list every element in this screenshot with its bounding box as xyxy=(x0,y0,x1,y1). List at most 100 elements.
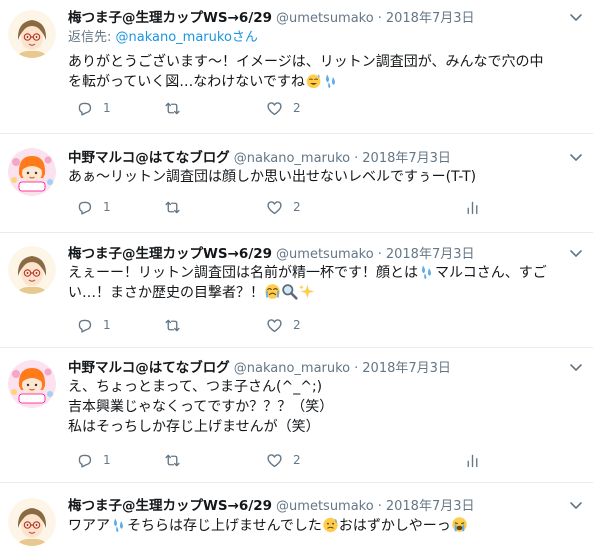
magnifying-glass-emoji-icon xyxy=(281,283,298,300)
reply-to-link[interactable]: @nakano_marukoさん xyxy=(116,30,258,45)
display-name[interactable]: 梅つま子@生理カップWS→6/29 xyxy=(68,246,272,262)
handle[interactable]: @umetsumako xyxy=(276,247,374,262)
analytics-button[interactable] xyxy=(464,450,481,470)
avatar[interactable] xyxy=(8,10,56,58)
text-segment: ワアア xyxy=(68,518,110,534)
caret-down-icon[interactable] xyxy=(569,246,583,260)
tweet-text: ありがとうございます〜！イメージは、リットン調査団が、みんなで穴の中 を転がって… xyxy=(68,52,578,92)
retweet-icon xyxy=(165,454,180,466)
tweet-actions: 1 2 xyxy=(68,98,488,118)
tweet-text: ワアア そちらは存じ上げませんでした おはずかしやーっ xyxy=(68,516,578,536)
like-icon xyxy=(267,101,282,115)
reply-button[interactable]: 1 xyxy=(76,315,111,335)
sweat-droplets-emoji-icon xyxy=(322,72,339,89)
text-line: え、ちょっとまって、つま子さん(^_^;) xyxy=(68,379,323,395)
crying-face-emoji-icon xyxy=(451,516,468,533)
divider xyxy=(0,347,593,348)
tweet-actions: 1 2 xyxy=(68,450,488,470)
tweet[interactable]: 梅つま子@生理カップWS→6/29 @umetsumako · 2018年7月3日 返… xyxy=(0,8,593,128)
reply-prefix: 返信先: xyxy=(68,30,116,45)
caret-down-icon[interactable] xyxy=(569,360,583,374)
handle[interactable]: @umetsumako xyxy=(276,11,374,26)
tweet[interactable]: 中野マルコ@はてなブログ @nakano_maruko · 2018年7月3日 え、ち… xyxy=(0,358,593,478)
like-count: 2 xyxy=(293,101,301,115)
like-button[interactable]: 2 xyxy=(266,98,301,118)
sweat-droplets-emoji-icon xyxy=(418,263,435,280)
tweet-header: 梅つま子@生理カップWS→6/29 @umetsumako · 2018年7月3日 xyxy=(68,8,475,28)
text-segment: そちらは存じ上げませんでした xyxy=(127,518,322,534)
retweet-button[interactable] xyxy=(164,98,191,118)
separator-dot: · xyxy=(377,247,382,262)
tweet[interactable]: 梅つま子@生理カップWS→6/29 @umetsumako · 2018年7月3日 え… xyxy=(0,244,593,344)
text-segment: マルコさん、すご xyxy=(435,265,547,281)
like-icon xyxy=(267,318,282,332)
text-segment: おはずかしやーっ xyxy=(338,518,451,534)
like-button[interactable]: 2 xyxy=(266,197,301,217)
display-name[interactable]: 梅つま子@生理カップWS→6/29 xyxy=(68,10,272,26)
divider xyxy=(0,133,593,134)
timestamp[interactable]: 2018年7月3日 xyxy=(386,247,475,262)
display-name[interactable]: 中野マルコ@はてなブログ xyxy=(68,360,230,376)
text-line-wrap: えぇーー！リットン調査団は名前が精一杯です！顔とは マルコさん、すご xyxy=(68,263,578,283)
reply-context: 返信先: @nakano_marukoさん xyxy=(68,29,258,47)
text-segment: えぇーー！リットン調査団は名前が精一杯です！顔とは xyxy=(68,265,418,281)
analytics-button[interactable] xyxy=(464,197,481,217)
sweat-smile-emoji-icon xyxy=(305,72,322,89)
reply-icon xyxy=(78,102,92,116)
divider xyxy=(0,482,593,483)
tweet-actions: 1 2 xyxy=(68,197,488,217)
tweet[interactable]: 梅つま子@生理カップWS→6/29 @umetsumako · 2018年7月3日 ワ… xyxy=(0,496,593,551)
display-name[interactable]: 梅つま子@生理カップWS→6/29 xyxy=(68,498,272,514)
reply-button[interactable]: 1 xyxy=(76,98,111,118)
analytics-icon xyxy=(467,201,478,214)
reply-count: 1 xyxy=(103,318,111,332)
handle[interactable]: @umetsumako xyxy=(276,499,374,514)
text-line: ありがとうございます〜！イメージは、リットン調査団が、みんなで穴の中 xyxy=(68,54,544,70)
text-line-wrap: い…！まさか歴史の目撃者？！ xyxy=(68,283,578,303)
downcast-sweat-emoji-icon xyxy=(322,516,339,533)
like-icon xyxy=(267,453,282,467)
caret-down-icon[interactable] xyxy=(569,150,583,164)
reply-icon xyxy=(78,454,92,468)
retweet-icon xyxy=(165,201,180,213)
like-button[interactable]: 2 xyxy=(266,450,301,470)
retweet-icon xyxy=(165,102,180,114)
avatar[interactable] xyxy=(8,148,56,196)
retweet-icon xyxy=(165,319,180,331)
timestamp[interactable]: 2018年7月3日 xyxy=(362,361,451,376)
like-count: 2 xyxy=(293,200,301,214)
like-icon xyxy=(267,200,282,214)
text-line-wrap: を転がっていく図…なわけないですね xyxy=(68,72,578,92)
like-count: 2 xyxy=(293,453,301,467)
retweet-button[interactable] xyxy=(164,197,191,217)
tweet-header: 中野マルコ@はてなブログ @nakano_maruko · 2018年7月3日 xyxy=(68,148,451,168)
tweet[interactable]: 中野マルコ@はてなブログ @nakano_maruko · 2018年7月3日 あぁ〜… xyxy=(0,148,593,228)
caret-down-icon[interactable] xyxy=(569,498,583,512)
reply-icon xyxy=(78,319,92,333)
reply-count: 1 xyxy=(103,453,111,467)
handle[interactable]: @nakano_maruko xyxy=(234,361,350,376)
sparkles-emoji-icon xyxy=(298,283,315,300)
text-line: あぁ〜リットン調査団は顔しか思い出せないレベルですぅー(T-T) xyxy=(68,169,477,185)
timestamp[interactable]: 2018年7月3日 xyxy=(362,151,451,166)
like-button[interactable]: 2 xyxy=(266,315,301,335)
retweet-button[interactable] xyxy=(164,315,191,335)
separator-dot: · xyxy=(354,361,359,376)
text-segment: い…！まさか歴史の目撃者？！ xyxy=(68,285,264,301)
analytics-icon xyxy=(467,454,478,467)
retweet-button[interactable] xyxy=(164,450,191,470)
handle[interactable]: @nakano_maruko xyxy=(234,151,350,166)
avatar[interactable] xyxy=(8,246,56,294)
caret-down-icon[interactable] xyxy=(569,10,583,24)
timestamp[interactable]: 2018年7月3日 xyxy=(386,499,475,514)
display-name[interactable]: 中野マルコ@はてなブログ xyxy=(68,150,230,166)
timestamp[interactable]: 2018年7月3日 xyxy=(386,11,475,26)
avatar[interactable] xyxy=(8,360,56,408)
avatar[interactable] xyxy=(8,498,56,546)
reply-button[interactable]: 1 xyxy=(76,197,111,217)
reply-button[interactable]: 1 xyxy=(76,450,111,470)
reply-count: 1 xyxy=(103,101,111,115)
separator-dot: · xyxy=(354,151,359,166)
separator-dot: · xyxy=(377,11,382,26)
text-segment: を転がっていく図…なわけないですね xyxy=(68,74,305,90)
